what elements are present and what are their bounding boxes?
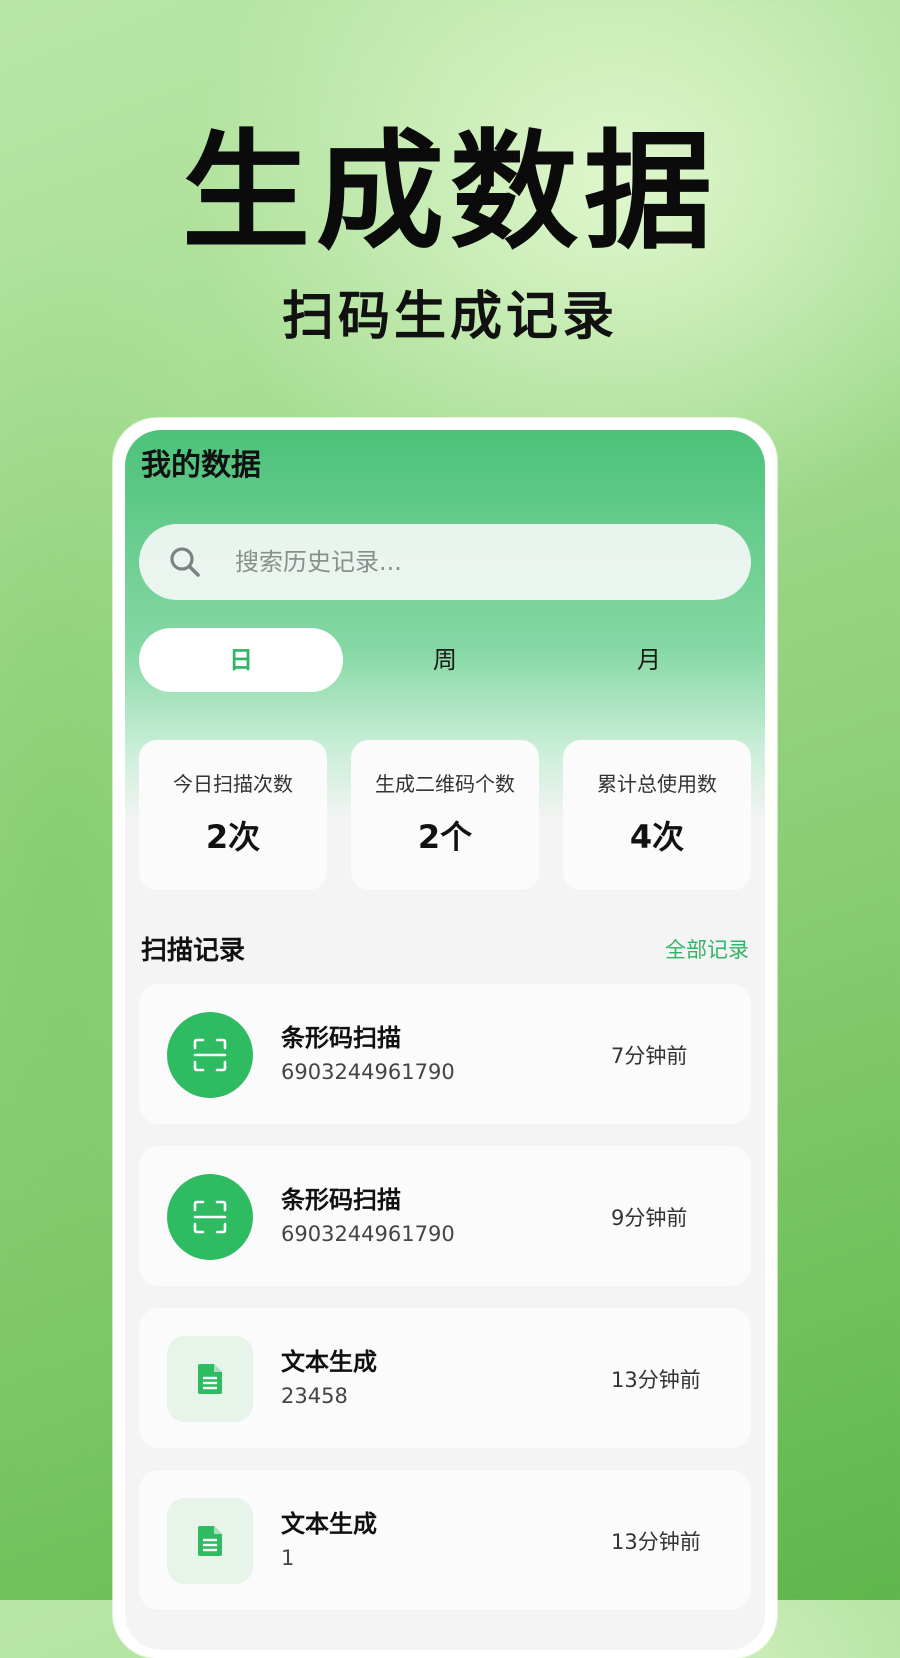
record-time: 7分钟前 [611,1044,688,1068]
record-title: 文本生成 [281,1348,377,1376]
document-icon [167,1336,253,1422]
record-title: 文本生成 [281,1510,377,1538]
hero-title: 生成数据 [181,118,718,267]
list-item[interactable]: 条形码扫描 6903244961790 7分钟前 [139,984,751,1124]
record-title: 条形码扫描 [281,1024,401,1052]
record-content: 6903244961790 [281,1222,455,1246]
search-placeholder: 搜索历史记录... [235,548,402,576]
list-item[interactable]: 文本生成 1 13分钟前 [139,1470,751,1610]
app-screen: 我的数据 搜索历史记录... 日 周 月 今日扫描次数 2次 生成二维码个数 2… [125,430,765,1650]
stat-label: 生成二维码个数 [375,772,515,796]
stat-card-total-usage: 累计总使用数 4次 [563,740,751,890]
record-content: 23458 [281,1384,348,1408]
stat-label: 累计总使用数 [597,772,717,796]
period-tabs: 日 周 月 [139,628,751,692]
hero-subtitle: 扫码生成记录 [281,287,618,347]
stat-card-qrcodes-generated: 生成二维码个数 2个 [351,740,539,890]
page-title: 我的数据 [141,448,261,483]
tab-day[interactable]: 日 [139,628,343,692]
stat-value: 4次 [629,818,685,856]
record-content: 6903244961790 [281,1060,455,1084]
phone-frame: 我的数据 搜索历史记录... 日 周 月 今日扫描次数 2次 生成二维码个数 2… [113,418,777,1658]
search-icon [170,547,200,577]
record-time: 13分钟前 [611,1368,701,1392]
all-records-link[interactable]: 全部记录 [665,934,749,964]
document-icon [167,1498,253,1584]
section-title-scan-records: 扫描记录 [141,936,246,966]
list-item[interactable]: 文本生成 23458 13分钟前 [139,1308,751,1448]
tab-month[interactable]: 月 [547,628,751,692]
record-time: 9分钟前 [611,1206,688,1230]
search-input[interactable]: 搜索历史记录... [139,524,751,600]
stat-card-scans-today: 今日扫描次数 2次 [139,740,327,890]
tab-week[interactable]: 周 [343,628,547,692]
barcode-scan-icon [167,1174,253,1260]
record-content: 1 [281,1546,295,1570]
record-time: 13分钟前 [611,1530,701,1554]
list-item[interactable]: 条形码扫描 6903244961790 9分钟前 [139,1146,751,1286]
record-title: 条形码扫描 [281,1186,401,1214]
stat-value: 2次 [205,818,261,856]
barcode-scan-icon [167,1012,253,1098]
stat-value: 2个 [417,818,473,856]
stat-label: 今日扫描次数 [173,772,293,796]
